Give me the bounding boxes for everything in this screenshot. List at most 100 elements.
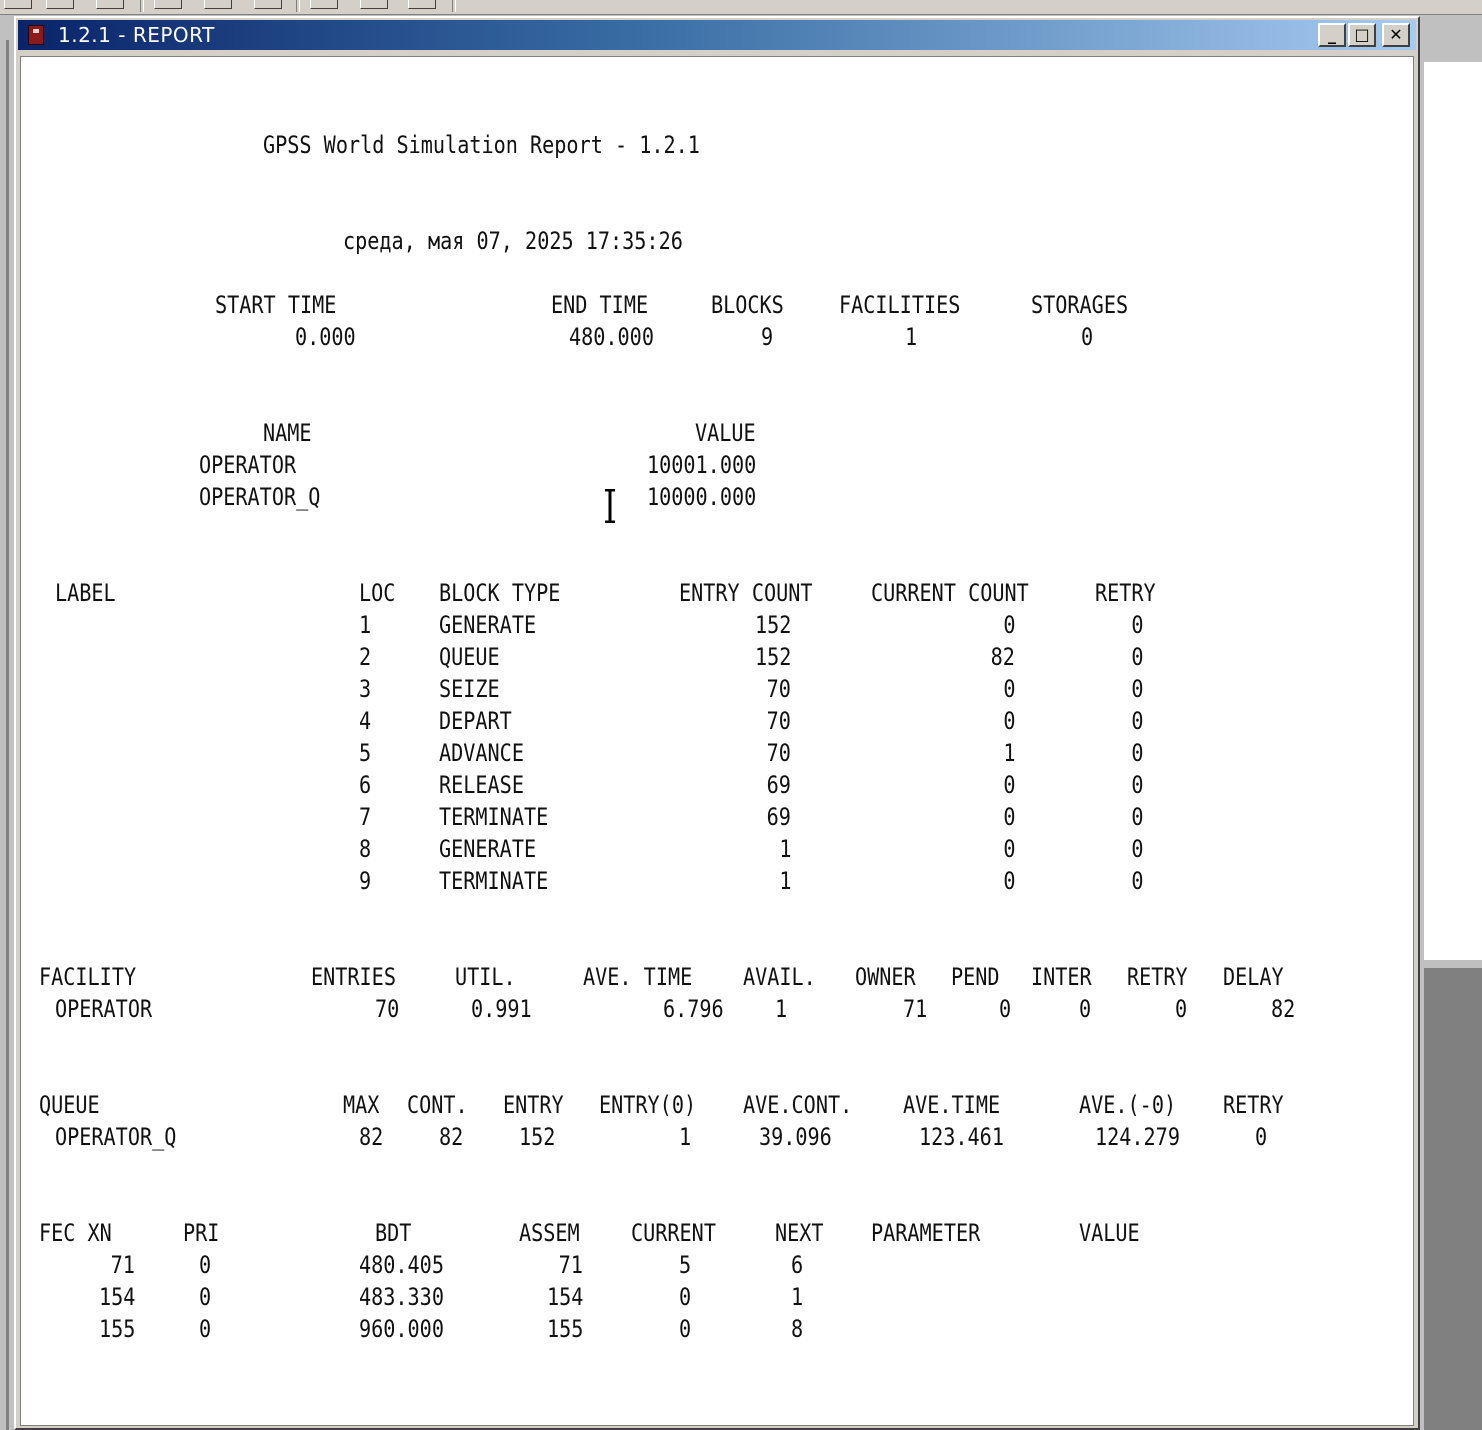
fec-row-pri: 0 <box>199 1315 212 1343</box>
value-end-time: 480.000 <box>569 323 654 351</box>
block-row-entry-count: 152 <box>754 611 791 639</box>
block-row-retry: 0 <box>1130 867 1143 895</box>
header-retry: RETRY <box>1223 1091 1284 1119</box>
window-controls: _ □ ✕ <box>1318 23 1410 47</box>
header-value: VALUE <box>695 419 756 447</box>
header-fec-xn: FEC XN <box>39 1219 112 1247</box>
header-pri: PRI <box>183 1219 220 1247</box>
block-row-loc: 9 <box>359 867 372 895</box>
block-row-retry: 0 <box>1130 675 1143 703</box>
window-title-bar[interactable]: 1.2.1 - REPORT _ □ ✕ <box>18 20 1416 50</box>
block-row-retry: 0 <box>1130 803 1143 831</box>
block-row-block-type: GENERATE <box>439 611 537 639</box>
block-row-retry: 0 <box>1130 611 1143 639</box>
header-entry: ENTRY <box>503 1091 564 1119</box>
block-row-loc: 4 <box>359 707 372 735</box>
header-pend: PEND <box>951 963 1000 991</box>
header-cont: CONT. <box>407 1091 468 1119</box>
header-ave-time: AVE.TIME <box>903 1091 1001 1119</box>
toolbar-button[interactable] <box>204 0 232 9</box>
queue-cont: 82 <box>439 1123 464 1151</box>
fec-row-xn: 154 <box>98 1283 135 1311</box>
name-row-value: 10001.000 <box>647 451 757 479</box>
toolbar-button[interactable] <box>96 0 124 9</box>
mdi-background-edge <box>6 40 9 1430</box>
block-row-current-count: 0 <box>1002 771 1015 799</box>
block-row-retry: 0 <box>1130 643 1143 671</box>
header-retry: RETRY <box>1127 963 1188 991</box>
block-row-retry: 0 <box>1130 707 1143 735</box>
name-row-label: OPERATOR <box>199 451 297 479</box>
block-row-entry-count: 69 <box>766 803 791 831</box>
block-row-current-count: 0 <box>1002 611 1015 639</box>
block-row-entry-count: 69 <box>766 771 791 799</box>
block-row-block-type: RELEASE <box>439 771 524 799</box>
queue-entry: 152 <box>519 1123 556 1151</box>
block-row-current-count: 0 <box>1002 867 1015 895</box>
fec-row-assem: 154 <box>546 1283 583 1311</box>
minimize-button[interactable]: _ <box>1318 23 1346 47</box>
fec-row-current: 0 <box>679 1315 692 1343</box>
toolbar-button[interactable] <box>154 0 182 9</box>
report-window[interactable]: 1.2.1 - REPORT _ □ ✕ GPSS World Simulati… <box>14 16 1420 1430</box>
fec-row-pri: 0 <box>199 1283 212 1311</box>
header-max: MAX <box>343 1091 380 1119</box>
header-loc: LOC <box>359 579 396 607</box>
document-icon[interactable] <box>28 25 44 45</box>
facility-avail: 1 <box>775 995 788 1023</box>
block-row-block-type: TERMINATE <box>439 803 549 831</box>
block-row-current-count: 0 <box>1002 835 1015 863</box>
header-ave-time: AVE. TIME <box>583 963 693 991</box>
header-avail: AVAIL. <box>743 963 816 991</box>
header-end-time: END TIME <box>551 291 649 319</box>
header-facility: FACILITY <box>39 963 137 991</box>
block-row-entry-count: 152 <box>754 643 791 671</box>
header-storages: STORAGES <box>1031 291 1129 319</box>
header-util: UTIL. <box>455 963 516 991</box>
header-ave-nonzero: AVE.(-0) <box>1079 1091 1177 1119</box>
block-row-current-count: 0 <box>1002 675 1015 703</box>
mdi-background <box>1424 968 1482 1430</box>
block-row-block-type: ADVANCE <box>439 739 524 767</box>
facility-inter: 0 <box>1079 995 1092 1023</box>
block-row-loc: 2 <box>359 643 372 671</box>
fec-row-xn: 71 <box>110 1251 135 1279</box>
toolbar-button[interactable] <box>360 0 388 9</box>
facility-retry: 0 <box>1175 995 1188 1023</box>
fec-row-current: 0 <box>679 1283 692 1311</box>
name-row-label: OPERATOR_Q <box>199 483 321 511</box>
toolbar-button[interactable] <box>4 0 32 9</box>
fec-row-pri: 0 <box>199 1251 212 1279</box>
fec-row-assem: 155 <box>546 1315 583 1343</box>
value-start-time: 0.000 <box>295 323 356 351</box>
toolbar-button[interactable] <box>254 0 282 9</box>
block-row-current-count: 0 <box>1002 707 1015 735</box>
header-inter: INTER <box>1031 963 1092 991</box>
close-button[interactable]: ✕ <box>1382 23 1410 47</box>
toolbar-button[interactable] <box>408 0 436 9</box>
queue-max: 82 <box>359 1123 384 1151</box>
toolbar-button[interactable] <box>46 0 74 9</box>
background-window[interactable] <box>1424 62 1482 960</box>
maximize-button[interactable]: □ <box>1348 23 1376 47</box>
block-row-loc: 5 <box>359 739 372 767</box>
toolbar-separator <box>452 0 456 12</box>
facility-pend: 0 <box>999 995 1012 1023</box>
queue-retry: 0 <box>1255 1123 1268 1151</box>
queue-ave-time: 123.461 <box>919 1123 1004 1151</box>
background-window-titlebar[interactable] <box>1424 22 1482 64</box>
header-block-type: BLOCK TYPE <box>439 579 561 607</box>
header-entry-count: ENTRY COUNT <box>679 579 813 607</box>
facility-entries: 70 <box>375 995 400 1023</box>
header-delay: DELAY <box>1223 963 1284 991</box>
queue-name: OPERATOR_Q <box>55 1123 177 1151</box>
header-label: LABEL <box>55 579 116 607</box>
text-cursor-icon <box>605 489 615 523</box>
header-entry-zero: ENTRY(0) <box>599 1091 697 1119</box>
block-row-block-type: GENERATE <box>439 835 537 863</box>
report-date: среда, мая 07, 2025 17:35:26 <box>343 227 683 255</box>
block-row-current-count: 1 <box>1002 739 1015 767</box>
report-text-area[interactable]: GPSS World Simulation Report - 1.2.1 сре… <box>20 56 1414 1426</box>
toolbar-button[interactable] <box>310 0 338 9</box>
header-owner: OWNER <box>855 963 916 991</box>
